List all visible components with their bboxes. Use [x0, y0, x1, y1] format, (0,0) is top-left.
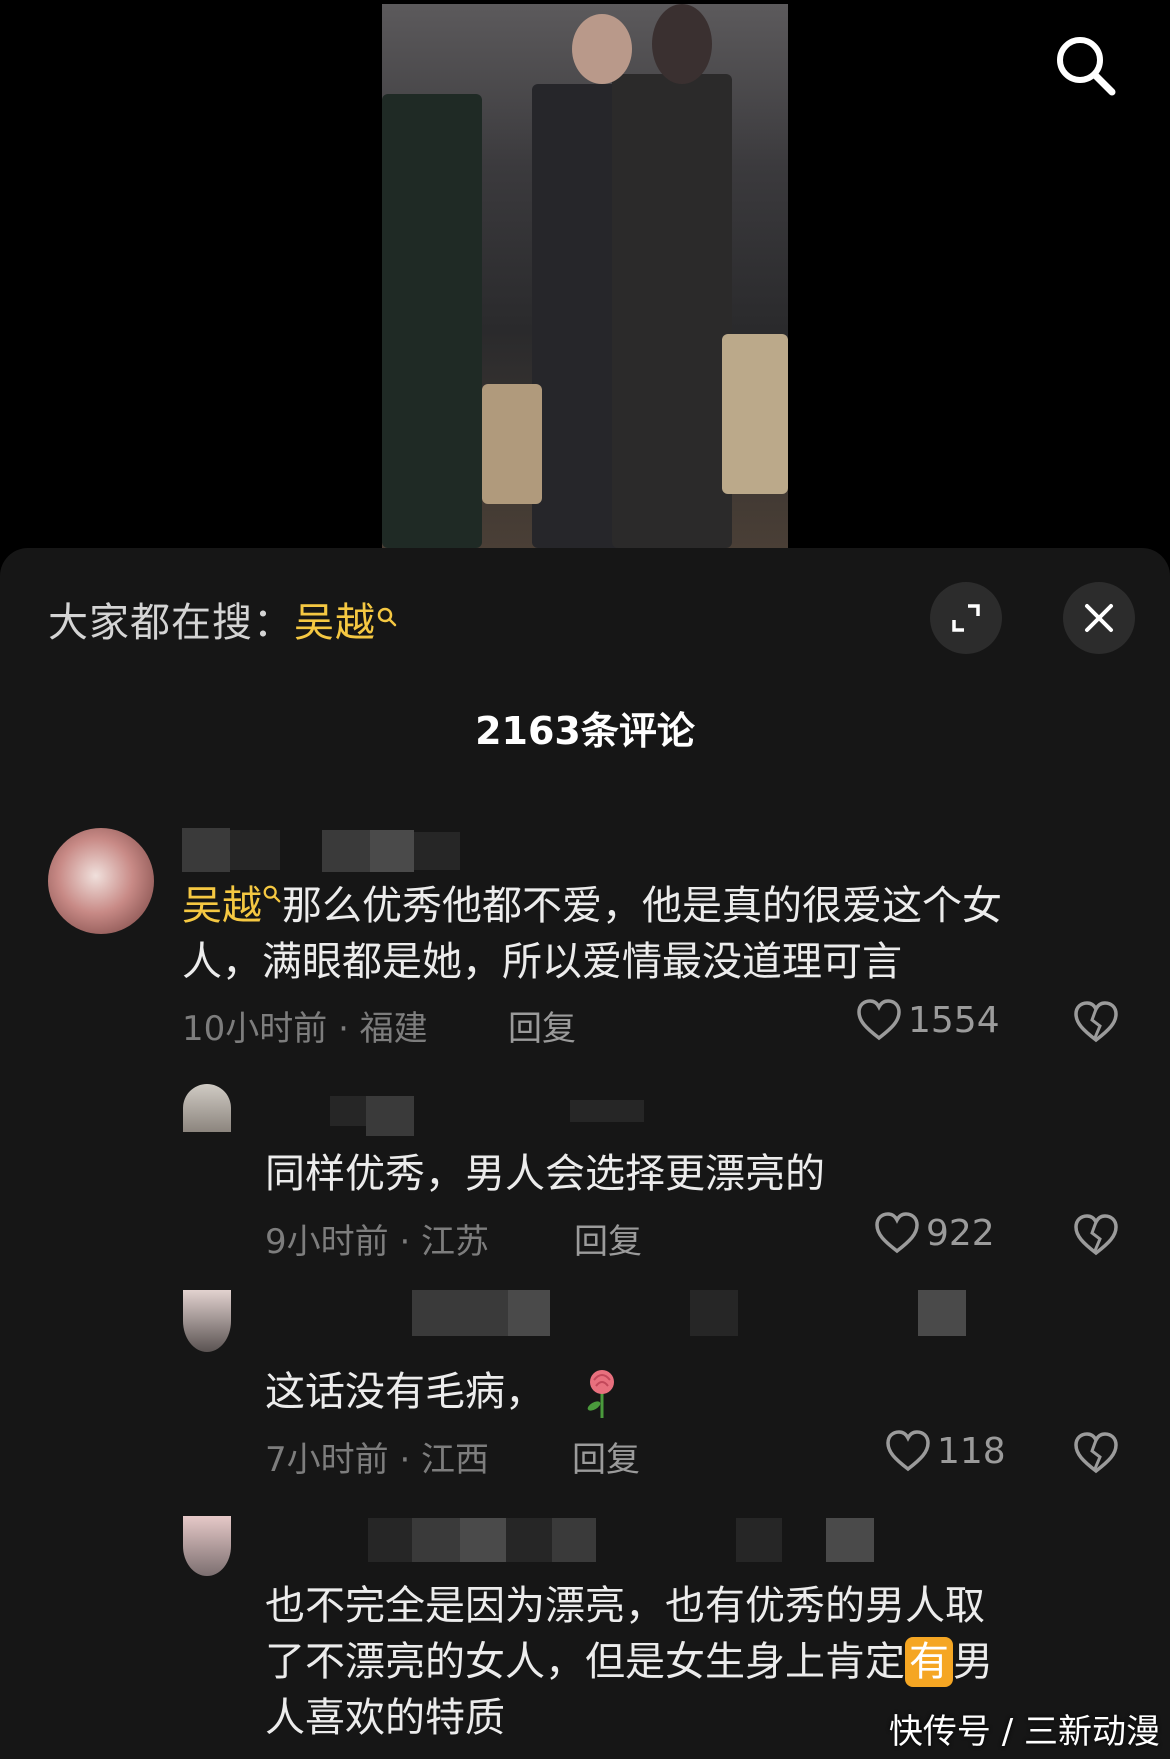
- search-icon: [1057, 37, 1116, 96]
- comment-sheet: 大家都在搜：吴越 2163条评论 吴越 那么优秀他都不爱，他是真的很爱这个女 人，…: [0, 548, 1170, 1759]
- username-blurred: [460, 1518, 506, 1562]
- like-button[interactable]: 118: [885, 1429, 1006, 1473]
- search-suggestion: 大家都在搜：吴越: [48, 590, 398, 648]
- avatar[interactable]: [48, 828, 154, 934]
- username-blurred: [506, 1518, 552, 1562]
- close-button[interactable]: [1063, 582, 1135, 654]
- comment-text-line: 人，满眼都是她，所以爱情最没道理可言: [182, 939, 902, 985]
- reply-button[interactable]: 回复: [572, 1432, 640, 1481]
- like-count: 1554: [908, 999, 1000, 1041]
- username-blurred: [412, 1518, 460, 1562]
- rose-icon: [587, 1370, 614, 1418]
- comment-text-line: 也不完全是因为漂亮，也有优秀的男人取: [265, 1583, 985, 1629]
- mention-link[interactable]: 吴越: [182, 883, 262, 929]
- comment-meta: 9小时前 · 江苏: [265, 1222, 490, 1262]
- comment-text: 这话没有毛病，: [265, 1364, 622, 1420]
- video-area[interactable]: [0, 0, 1170, 548]
- video-frame[interactable]: [382, 4, 788, 548]
- username-blurred: [508, 1290, 550, 1336]
- broken-heart-icon: [1074, 1214, 1118, 1256]
- video-figure-left: [382, 94, 482, 548]
- dislike-button[interactable]: [1073, 1000, 1119, 1048]
- comment-meta: 7小时前 · 江西: [265, 1440, 490, 1480]
- dislike-button[interactable]: [1073, 1431, 1119, 1479]
- broken-heart-icon: [1074, 1001, 1118, 1043]
- username-blurred: [826, 1518, 874, 1562]
- username-blurred: [330, 1096, 366, 1126]
- comment-text: 吴越 那么优秀他都不爱，他是真的很爱这个女 人，满眼都是她，所以爱情最没道理可言: [182, 878, 1142, 990]
- avatar[interactable]: [183, 1290, 231, 1352]
- dislike-button[interactable]: [1073, 1213, 1119, 1261]
- heart-icon: [886, 1430, 930, 1472]
- username-blurred: [690, 1290, 738, 1336]
- username-blurred: [368, 1518, 412, 1562]
- video-chair: [722, 334, 788, 494]
- like-button[interactable]: 1554: [856, 998, 1000, 1042]
- heart-icon: [857, 999, 901, 1041]
- video-figure-center-head: [572, 14, 632, 84]
- watermark: 快传号 / 三新动漫: [888, 1712, 1160, 1752]
- expand-icon: [952, 604, 980, 632]
- comment-text-line: 人喜欢的特质: [265, 1695, 505, 1741]
- broken-heart-icon: [1074, 1432, 1118, 1474]
- comment-count: 2163条评论: [475, 709, 695, 753]
- username-blurred: [552, 1518, 596, 1562]
- comment-text-line: 了不漂亮的女人，但是女生身上肯定: [265, 1639, 905, 1685]
- comment-text: 同样优秀，男人会选择更漂亮的: [265, 1151, 825, 1197]
- video-figure-right-head: [652, 4, 712, 84]
- highlight-chip[interactable]: 有: [905, 1637, 953, 1687]
- search-icon: [376, 592, 398, 638]
- username-blurred: [918, 1290, 966, 1336]
- comment-meta: 10小时前 · 福建: [182, 1009, 428, 1049]
- video-figure-right: [612, 74, 732, 548]
- reply-button[interactable]: 回复: [574, 1214, 642, 1263]
- close-icon: [1085, 604, 1113, 632]
- comment-text-line: 那么优秀他都不爱，他是真的很爱这个女: [282, 883, 1002, 929]
- search-suggestion-keyword[interactable]: 吴越: [294, 600, 376, 646]
- username-blurred: [322, 830, 370, 872]
- username-blurred: [736, 1518, 782, 1562]
- username-blurred: [366, 1096, 414, 1136]
- like-count: 118: [937, 1430, 1006, 1472]
- username-blurred: [370, 830, 414, 872]
- search-button[interactable]: [1050, 30, 1122, 102]
- username-blurred: [230, 830, 280, 870]
- search-suggestion-prefix: 大家都在搜：: [48, 600, 294, 646]
- username-blurred: [414, 832, 460, 870]
- username-blurred[interactable]: [182, 828, 230, 872]
- avatar[interactable]: [183, 1516, 231, 1576]
- username-blurred: [570, 1100, 644, 1122]
- search-icon: [263, 885, 281, 903]
- username-blurred: [412, 1290, 508, 1336]
- expand-button[interactable]: [930, 582, 1002, 654]
- like-count: 922: [926, 1212, 995, 1254]
- comment-text-line: 这话没有毛病，: [265, 1369, 545, 1415]
- avatar[interactable]: [183, 1084, 231, 1132]
- reply-button[interactable]: 回复: [508, 1001, 576, 1050]
- comment-text-line: 男: [953, 1639, 993, 1685]
- like-button[interactable]: 922: [874, 1211, 995, 1255]
- video-chair: [482, 384, 542, 504]
- heart-icon: [875, 1212, 919, 1254]
